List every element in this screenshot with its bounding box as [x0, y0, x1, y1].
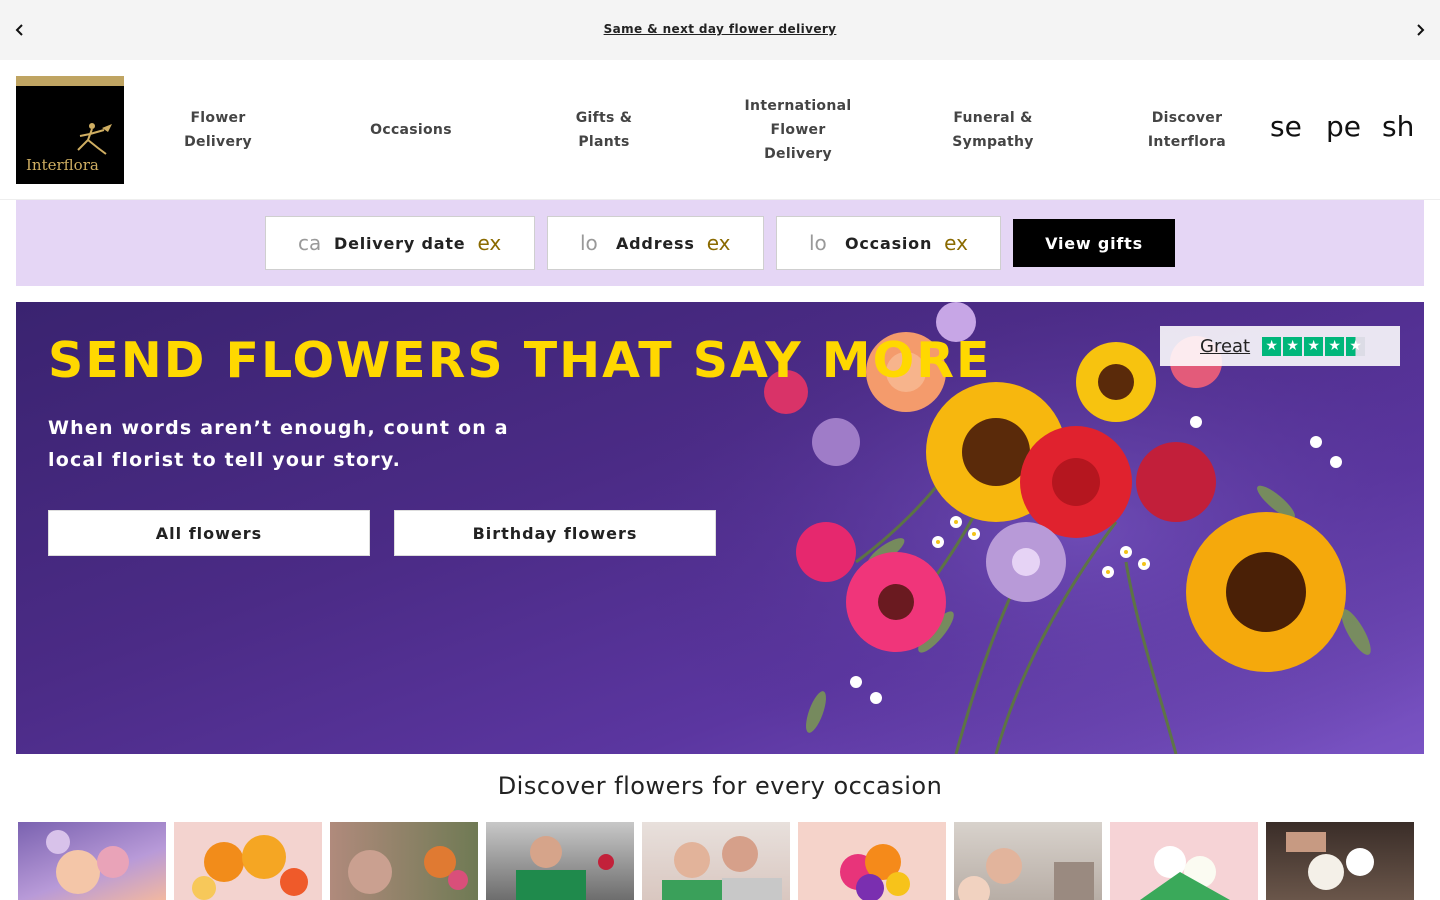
gift-finder: ca Delivery date ex lo Address ex lo Occ…: [16, 200, 1424, 286]
view-gifts-button[interactable]: View gifts: [1013, 219, 1175, 267]
nav-discover-interflora[interactable]: Discover Interflora: [1136, 60, 1238, 200]
star-icon: ★: [1262, 336, 1282, 356]
nav-occasions[interactable]: Occasions: [352, 60, 470, 200]
shopping-bag-icon[interactable]: sh: [1382, 110, 1412, 143]
nav-funeral-sympathy[interactable]: Funeral & Sympathy: [936, 60, 1050, 200]
occasion-field[interactable]: lo Occasion ex: [776, 216, 1001, 270]
expand-icon: ex: [706, 231, 731, 255]
occasion-tile[interactable]: [18, 822, 166, 900]
all-flowers-button[interactable]: All flowers: [48, 510, 370, 556]
occasion-tile[interactable]: [174, 822, 322, 900]
occasion-label: Occasion: [845, 233, 933, 253]
nav-international-delivery[interactable]: International Flower Delivery: [736, 60, 860, 200]
promo-link[interactable]: Same & next day flower delivery: [0, 22, 1440, 36]
logo-wordmark: Interflora: [26, 156, 99, 174]
interflora-logo[interactable]: Interflora: [16, 76, 124, 184]
rating-stars: ★ ★ ★ ★ ★: [1262, 336, 1366, 356]
discover-heading: Discover flowers for every occasion: [497, 772, 943, 800]
address-field[interactable]: lo Address ex: [547, 216, 764, 270]
nav-gifts-plants[interactable]: Gifts & Plants: [560, 60, 648, 200]
expand-icon: ex: [477, 231, 502, 255]
hero-banner: SEND FLOWERS THAT SAY MORE When words ar…: [16, 302, 1424, 754]
delivery-date-label: Delivery date: [334, 233, 466, 253]
star-icon: ★: [1283, 336, 1303, 356]
calendar-icon: ca: [298, 231, 322, 255]
promo-bar: Same & next day flower delivery: [0, 0, 1440, 60]
hero-title: SEND FLOWERS THAT SAY MORE: [48, 332, 992, 389]
person-icon[interactable]: pe: [1326, 110, 1366, 143]
hero-subtitle: When words aren’t enough, count on a loc…: [48, 417, 509, 471]
location-icon: lo: [580, 231, 598, 255]
mercury-icon: [77, 123, 112, 155]
star-icon: ★: [1325, 336, 1345, 356]
site-header: Interflora Flower Delivery Occasions Gif…: [0, 60, 1440, 200]
occasion-tile[interactable]: [1266, 822, 1414, 900]
trustpilot-rating[interactable]: Great ★ ★ ★ ★ ★: [1160, 326, 1400, 366]
expand-icon: ex: [944, 231, 968, 255]
search-icon[interactable]: se: [1270, 110, 1310, 143]
logo-gold-band: [16, 76, 124, 86]
delivery-date-field[interactable]: ca Delivery date ex: [265, 216, 535, 270]
birthday-flowers-button[interactable]: Birthday flowers: [394, 510, 716, 556]
half-star-icon: ★: [1346, 336, 1366, 356]
local-florist-icon: lo: [809, 231, 827, 255]
occasion-tile[interactable]: [330, 822, 478, 900]
occasion-tile[interactable]: [486, 822, 634, 900]
occasion-tile[interactable]: [954, 822, 1102, 900]
rating-label: Great: [1200, 335, 1251, 357]
occasion-tile[interactable]: [1110, 822, 1258, 900]
occasion-tile[interactable]: [798, 822, 946, 900]
nav-flower-delivery[interactable]: Flower Delivery: [160, 60, 276, 200]
chevron-right-icon[interactable]: [1408, 18, 1432, 42]
address-label: Address: [616, 233, 695, 253]
star-icon: ★: [1304, 336, 1324, 356]
occasion-tile[interactable]: [642, 822, 790, 900]
